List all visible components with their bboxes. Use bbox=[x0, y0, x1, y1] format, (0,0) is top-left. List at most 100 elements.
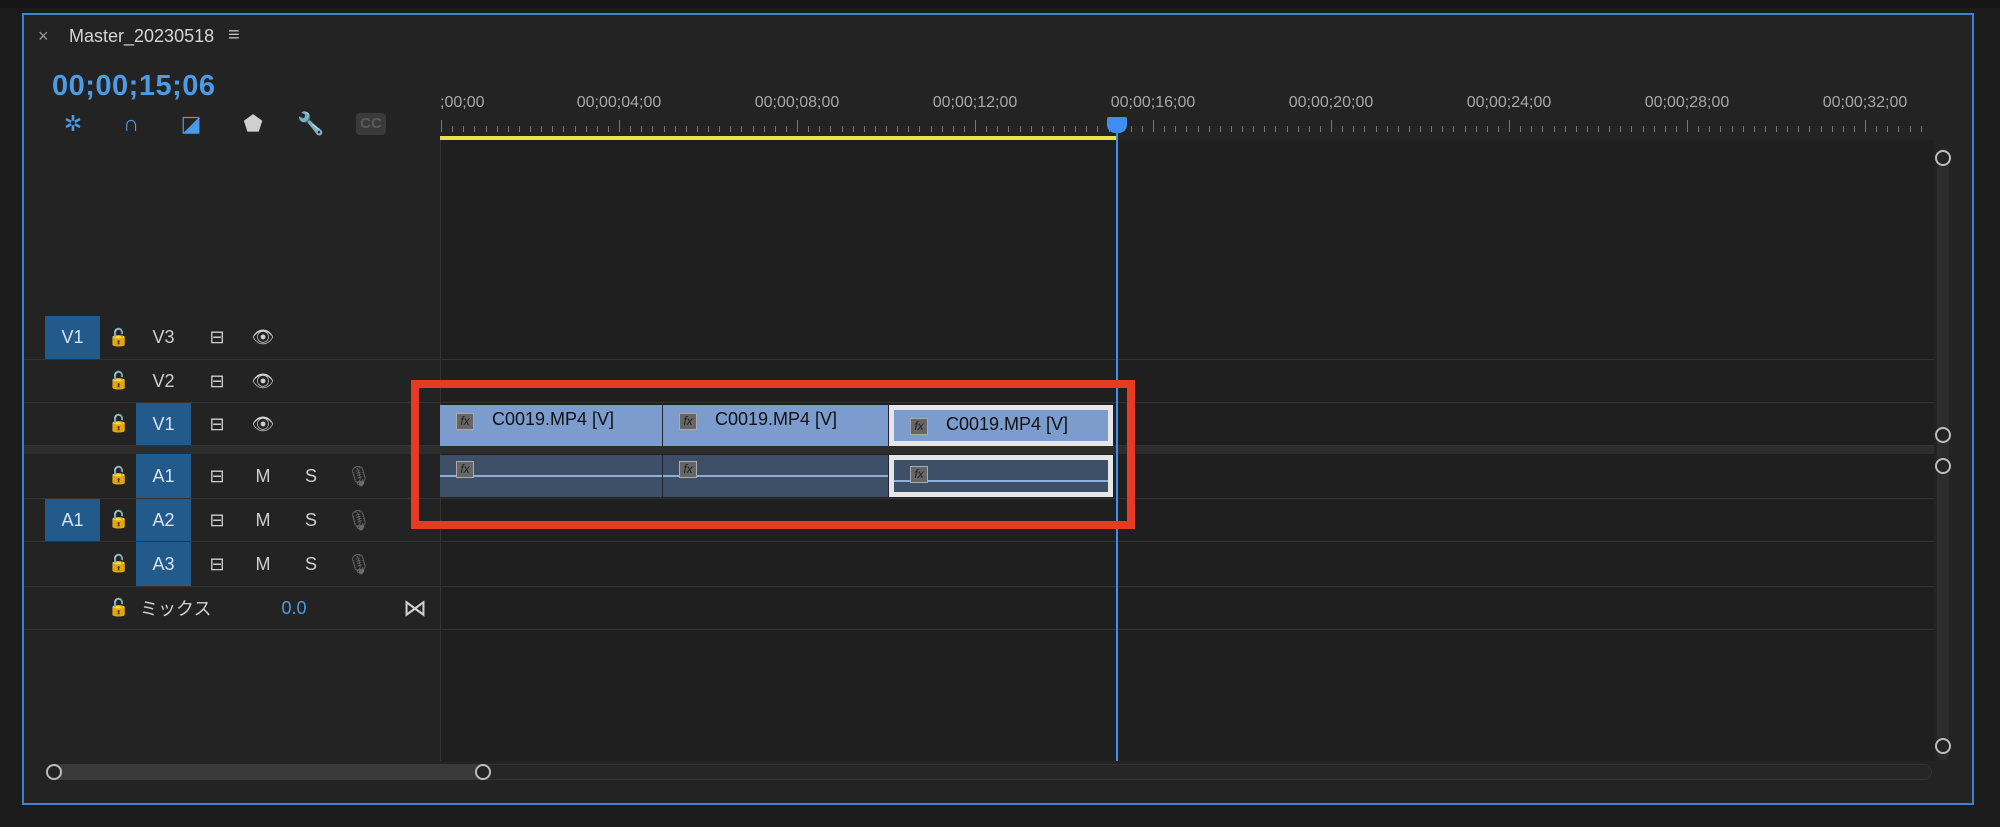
lock-icon[interactable]: 🔓 bbox=[104, 499, 134, 541]
source-patch-a1[interactable]: A1 bbox=[45, 499, 100, 541]
ruler-tick bbox=[1486, 126, 1488, 132]
timeline-settings-wrench-icon[interactable]: 🔧 bbox=[296, 110, 326, 138]
work-area-bar[interactable] bbox=[440, 136, 1118, 140]
ruler-tick bbox=[1720, 126, 1722, 132]
lock-icon[interactable]: 🔓 bbox=[104, 403, 134, 445]
ruler-tick bbox=[1208, 126, 1210, 132]
ruler-tick bbox=[919, 126, 921, 132]
ruler-tick bbox=[797, 120, 798, 132]
ruler-tick bbox=[730, 126, 732, 132]
ruler-tick bbox=[1453, 126, 1455, 132]
sync-lock-icon[interactable]: ⊟ bbox=[202, 454, 232, 498]
zoom-knob-right[interactable] bbox=[475, 764, 491, 780]
ruler-tick bbox=[1631, 126, 1633, 132]
track-label-a3[interactable]: A3 bbox=[136, 542, 191, 586]
time-ruler[interactable]: ;00;00 00;00;04;00 00;00;08;00 00;00;12;00 0… bbox=[440, 90, 1934, 140]
ruler-tick bbox=[1242, 126, 1243, 132]
ruler-tick bbox=[1842, 126, 1844, 132]
add-marker-icon[interactable]: ⬟ bbox=[238, 110, 268, 138]
sync-lock-icon[interactable]: ⊟ bbox=[202, 360, 232, 402]
close-icon[interactable]: × bbox=[38, 26, 49, 47]
lock-icon[interactable]: 🔓 bbox=[104, 587, 134, 629]
ruler-tick bbox=[719, 126, 721, 132]
ruler-tick bbox=[652, 126, 654, 132]
ruler-tick bbox=[841, 126, 843, 132]
lock-icon[interactable]: 🔓 bbox=[104, 542, 134, 586]
sync-lock-icon[interactable]: ⊟ bbox=[202, 499, 232, 541]
ruler-tick bbox=[1898, 126, 1900, 132]
ruler-tick bbox=[1698, 126, 1700, 132]
vertical-scrollbar[interactable] bbox=[1937, 148, 1949, 760]
mute-button[interactable]: M bbox=[248, 454, 278, 498]
ruler-tick bbox=[1353, 126, 1355, 132]
ruler-tick bbox=[1019, 126, 1021, 132]
scroll-knob-audio-bottom[interactable] bbox=[1935, 738, 1951, 754]
captions-cc-icon[interactable]: CC bbox=[356, 113, 386, 135]
ruler-label: 00;00;32;00 bbox=[1822, 94, 1908, 111]
track-label-a2[interactable]: A2 bbox=[136, 499, 191, 541]
eye-icon[interactable]: 👁 bbox=[248, 403, 278, 445]
sync-lock-icon[interactable]: ⊟ bbox=[202, 542, 232, 586]
sync-lock-icon[interactable]: ⊟ bbox=[202, 316, 232, 359]
zoom-knob-left[interactable] bbox=[46, 764, 62, 780]
solo-button[interactable]: S bbox=[296, 499, 326, 541]
panel-menu-icon[interactable]: ≡ bbox=[228, 24, 240, 47]
eye-icon[interactable]: 👁 bbox=[248, 360, 278, 402]
playhead-timecode[interactable]: 00;00;15;06 bbox=[52, 70, 216, 103]
scroll-knob-video-top[interactable] bbox=[1935, 150, 1951, 166]
nest-sequence-icon[interactable]: ✲ bbox=[58, 110, 88, 138]
lock-icon[interactable]: 🔓 bbox=[104, 454, 134, 498]
ruler-tick bbox=[1920, 126, 1922, 132]
playhead-handle[interactable] bbox=[1107, 117, 1128, 133]
mute-button[interactable]: M bbox=[248, 499, 278, 541]
ruler-tick bbox=[518, 126, 520, 132]
ruler-tick bbox=[1497, 126, 1499, 132]
ruler-tick bbox=[1564, 126, 1566, 132]
snap-magnet-icon[interactable]: ∩ bbox=[116, 110, 146, 138]
ruler-tick bbox=[1742, 126, 1744, 132]
track-label-v1[interactable]: V1 bbox=[136, 403, 191, 445]
lock-icon[interactable]: 🔓 bbox=[104, 360, 134, 402]
scroll-knob-video-bottom[interactable] bbox=[1935, 427, 1951, 443]
ruler-tick bbox=[1620, 126, 1622, 132]
ruler-tick bbox=[1442, 126, 1444, 132]
microphone-icon[interactable]: 🎙 bbox=[344, 542, 374, 586]
solo-button[interactable]: S bbox=[296, 542, 326, 586]
ruler-tick bbox=[1731, 126, 1733, 132]
ruler-tick bbox=[1831, 126, 1833, 132]
eye-icon[interactable]: 👁 bbox=[248, 316, 278, 359]
mix-volume-value[interactable]: 0.0 bbox=[274, 587, 314, 629]
ruler-tick bbox=[1319, 126, 1321, 132]
horizontal-scroll-thumb[interactable] bbox=[48, 764, 484, 780]
ruler-label: 00;00;04;00 bbox=[576, 94, 662, 111]
ruler-tick bbox=[1275, 126, 1277, 132]
ruler-tick bbox=[975, 120, 976, 132]
microphone-icon[interactable]: 🎙 bbox=[344, 499, 374, 541]
scroll-knob-audio-top[interactable] bbox=[1935, 458, 1951, 474]
ruler-tick bbox=[630, 126, 632, 132]
sequence-tab-title[interactable]: Master_20230518 bbox=[69, 26, 214, 47]
ruler-tick bbox=[941, 126, 943, 132]
ruler-tick bbox=[441, 120, 442, 132]
track-label-v3[interactable]: V3 bbox=[136, 316, 191, 359]
ruler-tick bbox=[1853, 126, 1855, 132]
ruler-tick bbox=[1386, 126, 1388, 132]
ruler-tick bbox=[607, 126, 609, 132]
bowtie-icon[interactable]: ⋈ bbox=[400, 587, 430, 629]
track-label-a1[interactable]: A1 bbox=[136, 454, 191, 498]
lock-icon[interactable]: 🔓 bbox=[104, 316, 134, 359]
source-patch-v1[interactable]: V1 bbox=[45, 316, 100, 359]
ruler-tick bbox=[1364, 126, 1366, 132]
ruler-tick bbox=[563, 126, 565, 132]
mute-button[interactable]: M bbox=[248, 542, 278, 586]
ruler-tick bbox=[1075, 126, 1077, 132]
sync-lock-icon[interactable]: ⊟ bbox=[202, 403, 232, 445]
ruler-tick bbox=[1030, 126, 1032, 132]
ruler-tick bbox=[1764, 126, 1766, 132]
linked-selection-icon[interactable]: ◪ bbox=[176, 110, 206, 138]
solo-button[interactable]: S bbox=[296, 454, 326, 498]
microphone-icon[interactable]: 🎙 bbox=[344, 454, 374, 498]
top-strip bbox=[0, 0, 2000, 8]
ruler-tick bbox=[1375, 126, 1377, 132]
track-label-v2[interactable]: V2 bbox=[136, 360, 191, 402]
